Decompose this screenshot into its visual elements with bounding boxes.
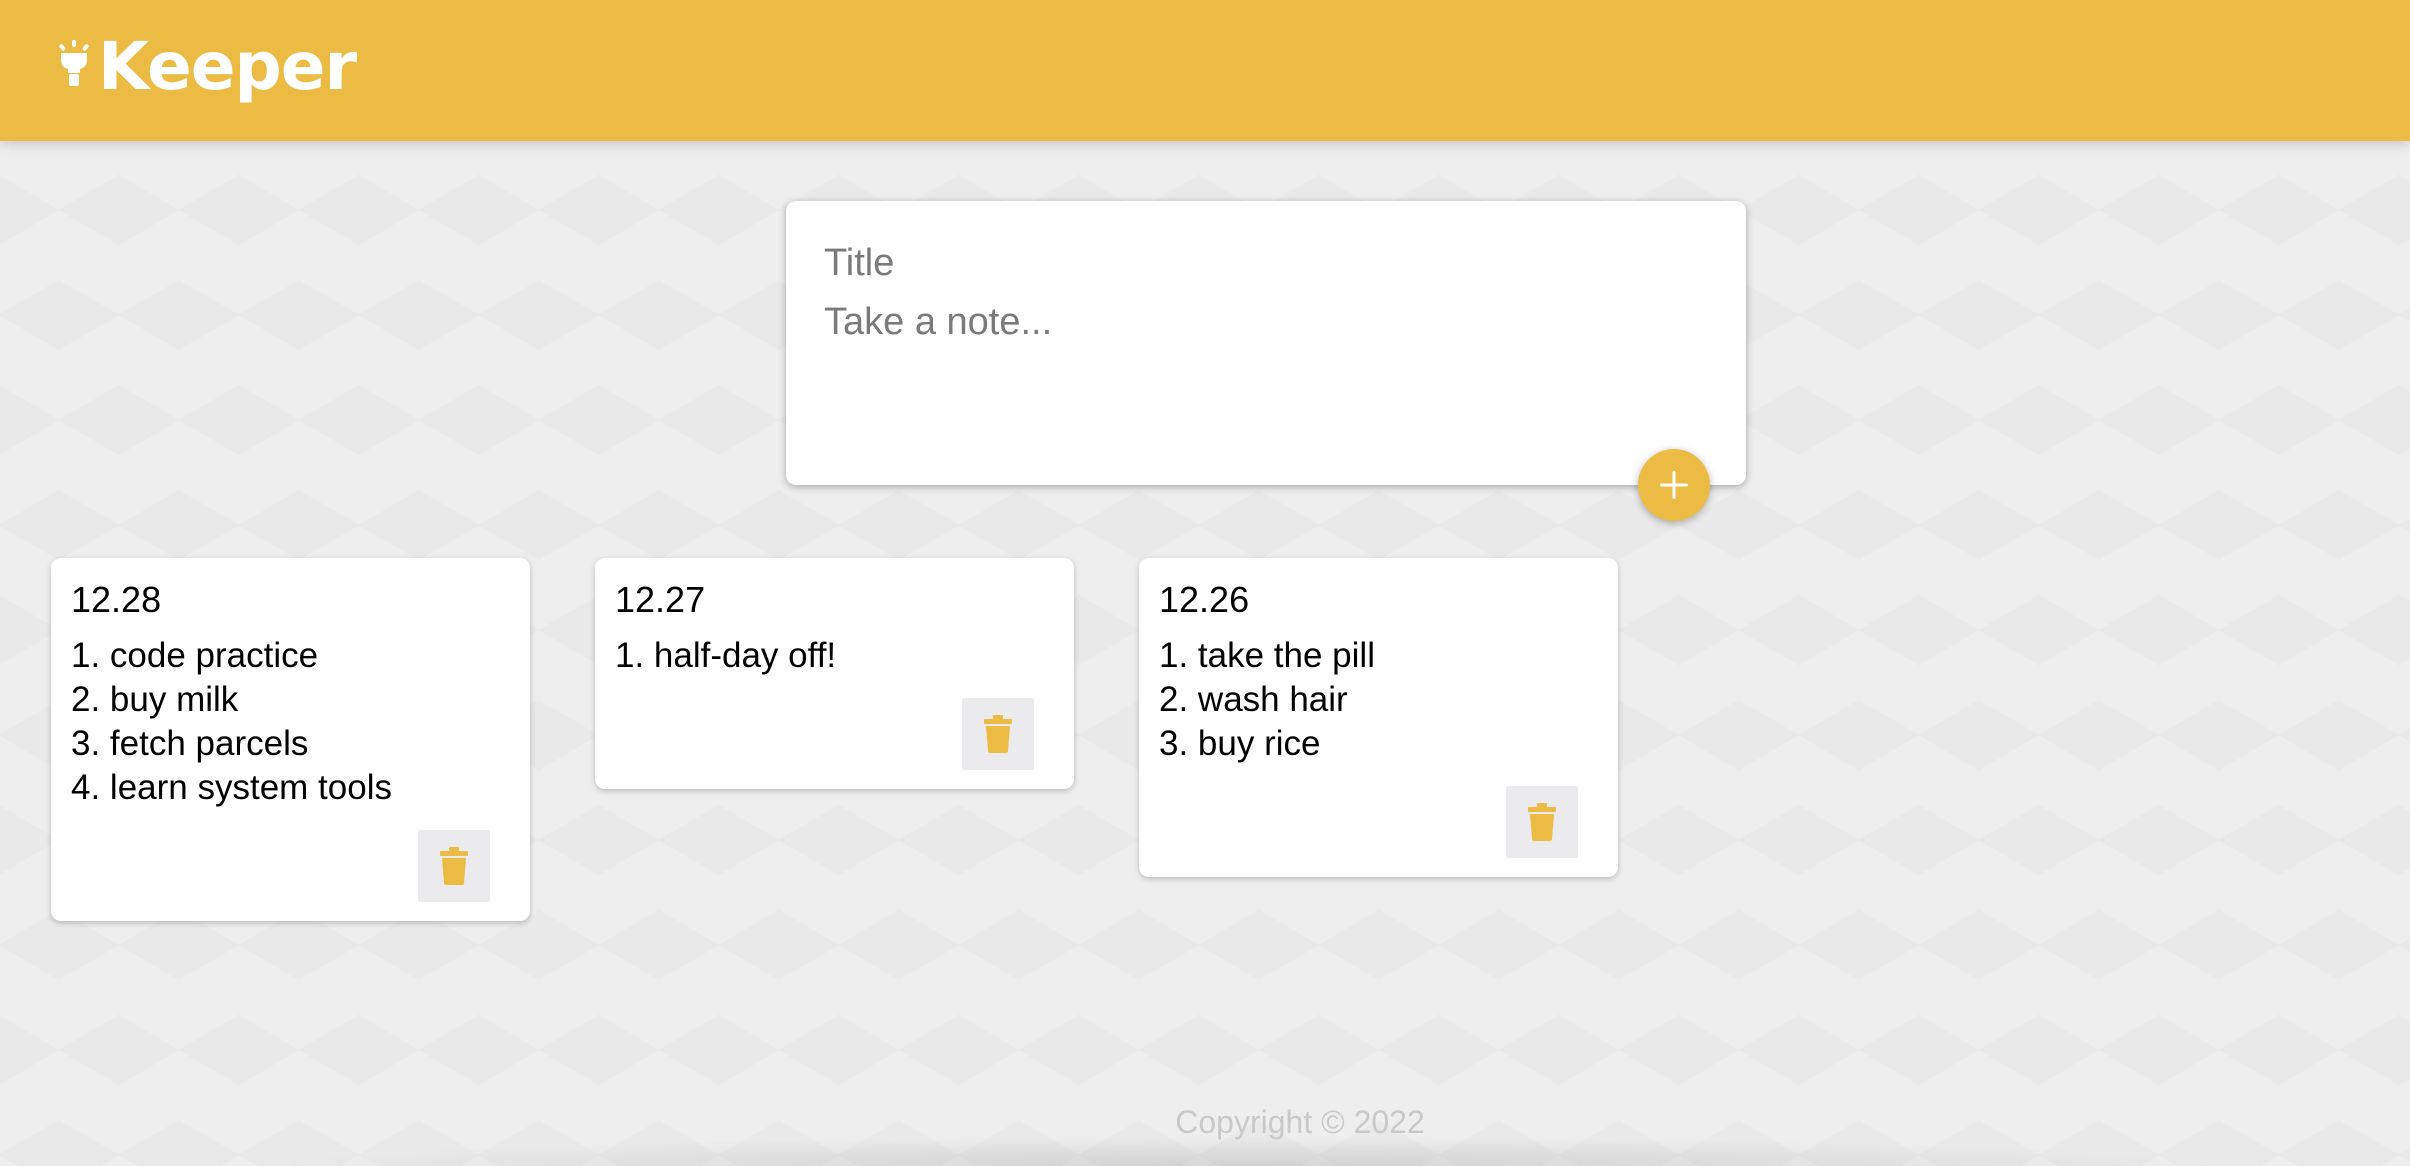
note-line: 1. half-day off!	[615, 636, 837, 675]
trash-icon	[440, 847, 468, 885]
note-card: 12.28 1. code practice 2. buy milk 3. fe…	[51, 558, 530, 921]
note-title-input[interactable]	[824, 237, 1684, 289]
note-line: 2. buy milk	[71, 680, 239, 719]
delete-note-button[interactable]	[962, 698, 1034, 770]
note-content-input[interactable]	[824, 301, 1684, 421]
delete-note-button[interactable]	[1506, 786, 1578, 858]
create-note-form	[786, 201, 1746, 485]
note-line: 4. learn system tools	[71, 768, 392, 807]
note-line: 1. take the pill	[1159, 636, 1375, 675]
note-title: 12.26	[1159, 579, 1250, 620]
copyright-text: Copyright © 2022	[1175, 1104, 1425, 1140]
trash-icon	[984, 715, 1012, 753]
delete-note-button[interactable]	[418, 830, 490, 902]
note-card: 12.26 1. take the pill 2. wash hair 3. b…	[1139, 558, 1618, 877]
app-header: Keeper	[0, 0, 2410, 141]
app-title: Keeper	[98, 28, 357, 105]
note-line: 3. buy rice	[1159, 724, 1321, 763]
plus-icon	[1660, 471, 1688, 499]
trash-icon	[1528, 803, 1556, 841]
lightbulb-icon	[59, 40, 89, 86]
note-line: 3. fetch parcels	[71, 724, 309, 763]
note-card: 12.27 1. half-day off!	[595, 558, 1074, 789]
note-line: 2. wash hair	[1159, 680, 1348, 719]
note-title: 12.27	[615, 579, 706, 620]
add-note-button[interactable]	[1638, 449, 1710, 521]
note-line: 1. code practice	[71, 636, 319, 675]
note-title: 12.28	[71, 579, 162, 620]
note-content: 1. code practice 2. buy milk 3. fetch pa…	[71, 634, 392, 810]
note-content: 1. half-day off!	[615, 634, 836, 678]
note-content: 1. take the pill 2. wash hair 3. buy ric…	[1159, 634, 1375, 766]
